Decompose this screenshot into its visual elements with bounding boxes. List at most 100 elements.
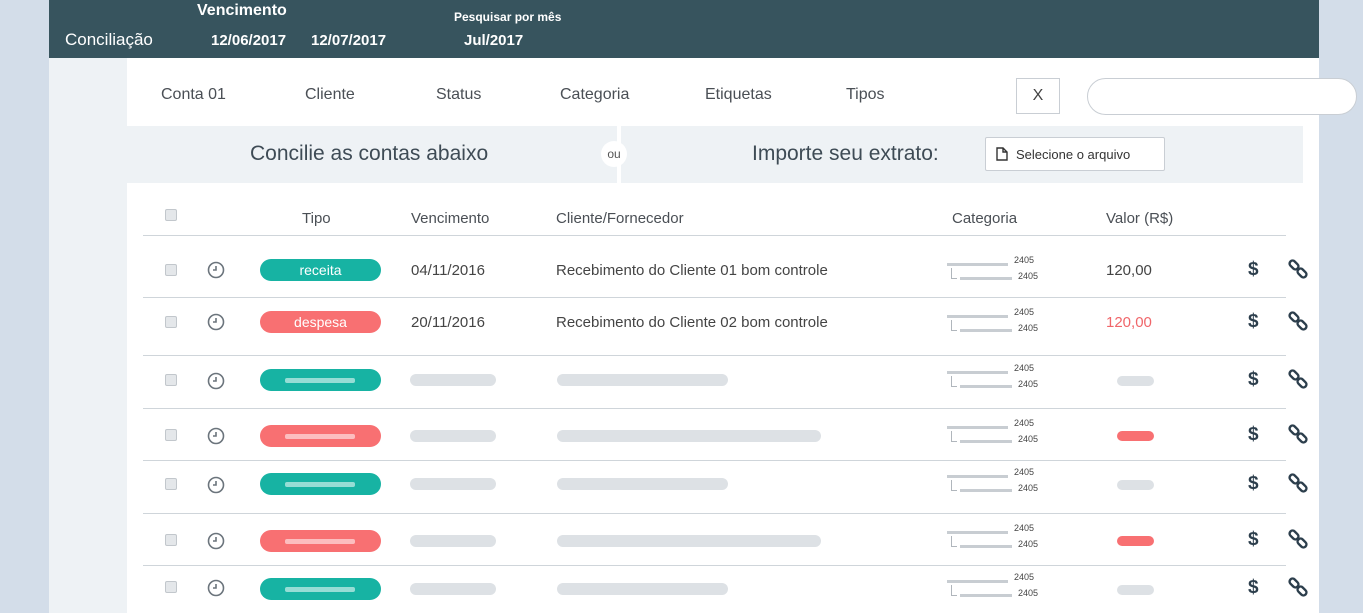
category-parent: 2405	[1014, 418, 1035, 428]
category-parent: 2405	[1014, 307, 1035, 317]
row-divider	[143, 513, 1286, 514]
client-placeholder	[557, 583, 728, 595]
category-tree: 2405 2405	[943, 418, 1053, 448]
client-name: Recebimento do Cliente 02 bom controle	[556, 314, 828, 331]
row-checkbox[interactable]	[165, 478, 177, 490]
pay-button[interactable]: $	[1248, 424, 1259, 446]
amount: 120,00	[1106, 262, 1152, 279]
filter-cliente[interactable]: Cliente	[305, 86, 355, 104]
category-tree: 2405 2405	[943, 255, 1053, 285]
select-file-label: Selecione o arquivo	[1016, 146, 1131, 162]
link-icon[interactable]	[1287, 259, 1309, 281]
reconcile-text: Concilie as contas abaixo	[250, 142, 489, 165]
app-frame: Conciliação Vencimento 12/06/2017 12/07/…	[49, 0, 1357, 613]
file-icon	[996, 147, 1008, 161]
filter-conta[interactable]: Conta 01	[161, 86, 226, 104]
filter-etiquetas[interactable]: Etiquetas	[705, 86, 772, 104]
due-date: 04/11/2016	[411, 262, 485, 279]
category-parent: 2405	[1014, 255, 1035, 265]
category-child: 2405	[1018, 379, 1039, 389]
due-date: 20/11/2016	[411, 314, 485, 331]
select-all-checkbox[interactable]	[165, 209, 177, 221]
amount-placeholder	[1117, 480, 1154, 490]
select-file-button[interactable]: Selecione o arquivo	[985, 137, 1165, 171]
category-tree: 2405 2405	[943, 467, 1053, 497]
date-from[interactable]: 12/06/2017	[211, 32, 286, 49]
client-placeholder	[557, 430, 821, 442]
client-placeholder	[557, 535, 821, 547]
amount-placeholder	[1117, 376, 1154, 386]
row-checkbox[interactable]	[165, 534, 177, 546]
search-input[interactable]	[1087, 78, 1357, 115]
type-badge: receita	[260, 259, 381, 281]
clock-icon	[207, 579, 225, 597]
link-icon[interactable]	[1287, 529, 1309, 551]
category-parent: 2405	[1014, 363, 1035, 373]
category-parent: 2405	[1014, 467, 1035, 477]
row-checkbox[interactable]	[165, 316, 177, 328]
header-cliente[interactable]: Cliente/Fornecedor	[556, 210, 684, 227]
client-placeholder	[557, 374, 728, 386]
pay-button[interactable]: $	[1248, 311, 1259, 333]
filter-tipos[interactable]: Tipos	[846, 86, 885, 104]
row-divider	[143, 355, 1286, 356]
date-placeholder	[410, 374, 496, 386]
link-icon[interactable]	[1287, 473, 1309, 495]
pay-button[interactable]: $	[1248, 473, 1259, 495]
date-placeholder	[410, 430, 496, 442]
pay-button[interactable]: $	[1248, 259, 1259, 281]
amount-placeholder	[1117, 585, 1154, 595]
link-icon[interactable]	[1287, 369, 1309, 391]
header-vencimento[interactable]: Vencimento	[411, 210, 489, 227]
top-bar: Conciliação Vencimento 12/06/2017 12/07/…	[49, 0, 1319, 58]
clock-icon	[207, 313, 225, 331]
header-tipo[interactable]: Tipo	[302, 210, 331, 227]
date-placeholder	[410, 583, 496, 595]
link-icon[interactable]	[1287, 424, 1309, 446]
page-title: Conciliação	[65, 30, 153, 49]
filter-status[interactable]: Status	[436, 86, 481, 104]
row-checkbox[interactable]	[165, 581, 177, 593]
row-checkbox[interactable]	[165, 264, 177, 276]
category-tree: 2405 2405	[943, 363, 1053, 393]
header-valor[interactable]: Valor (R$)	[1106, 210, 1173, 227]
link-icon[interactable]	[1287, 577, 1309, 599]
amount-placeholder	[1117, 536, 1154, 546]
sidebar	[49, 58, 127, 613]
pay-button[interactable]: $	[1248, 577, 1259, 599]
category-child: 2405	[1018, 483, 1039, 493]
clock-icon	[207, 476, 225, 494]
type-badge-placeholder	[260, 530, 381, 552]
or-badge: ou	[601, 141, 627, 167]
pay-button[interactable]: $	[1248, 369, 1259, 391]
filter-categoria[interactable]: Categoria	[560, 86, 629, 104]
category-child: 2405	[1018, 539, 1039, 549]
vencimento-label: Vencimento	[197, 2, 287, 19]
link-icon[interactable]	[1287, 311, 1309, 333]
clear-filters-button[interactable]: X	[1016, 78, 1060, 114]
clock-icon	[207, 532, 225, 550]
table-header: Tipo Vencimento Cliente/Fornecedor Categ…	[143, 202, 1286, 236]
clock-icon	[207, 427, 225, 445]
category-child: 2405	[1018, 434, 1039, 444]
clock-icon	[207, 261, 225, 279]
row-divider	[143, 565, 1286, 566]
type-badge-placeholder	[260, 578, 381, 600]
row-checkbox[interactable]	[165, 429, 177, 441]
date-to[interactable]: 12/07/2017	[311, 32, 386, 49]
category-tree: 2405 2405	[943, 572, 1053, 602]
type-badge-placeholder	[260, 425, 381, 447]
row-checkbox[interactable]	[165, 374, 177, 386]
category-child: 2405	[1018, 271, 1039, 281]
category-child: 2405	[1018, 588, 1039, 598]
category-tree: 2405 2405	[943, 307, 1053, 337]
header-categoria[interactable]: Categoria	[952, 210, 1017, 227]
month-value[interactable]: Jul/2017	[464, 32, 523, 49]
import-text: Importe seu extrato:	[752, 142, 939, 165]
type-badge-placeholder	[260, 369, 381, 391]
client-placeholder	[557, 478, 728, 490]
category-child: 2405	[1018, 323, 1039, 333]
pay-button[interactable]: $	[1248, 529, 1259, 551]
month-search-label: Pesquisar por mês	[454, 10, 562, 24]
type-badge: despesa	[260, 311, 381, 333]
